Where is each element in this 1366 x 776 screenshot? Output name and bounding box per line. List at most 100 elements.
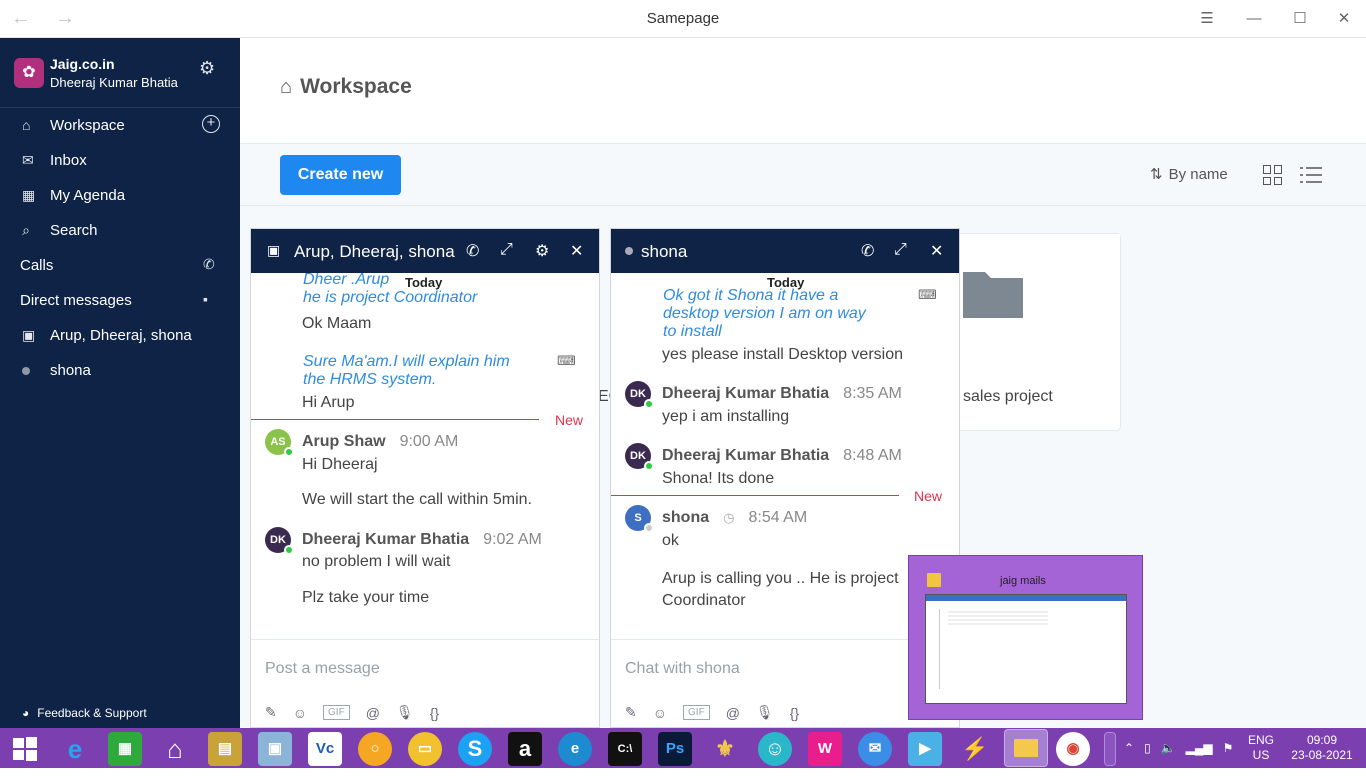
sidebar-item-label: Arup, Dheeraj, shona: [50, 326, 192, 344]
quote-line: desktop version I am on way: [663, 305, 866, 322]
circle-app-icon[interactable]: ○: [358, 732, 392, 766]
store-icon[interactable]: ▦: [108, 732, 142, 766]
back-arrow-icon[interactable]: ←: [8, 6, 34, 32]
emoji-icon[interactable]: ☺: [293, 705, 307, 721]
list-view-icon[interactable]: [1300, 166, 1322, 184]
calls-label: Calls: [20, 256, 54, 274]
clock-icon: ◷: [723, 510, 735, 525]
photoshop-icon[interactable]: Ps: [658, 732, 692, 766]
sidebar-item-label: Inbox: [50, 151, 87, 169]
author-name: Arup Shaw: [302, 433, 386, 450]
add-workspace-icon[interactable]: +: [202, 115, 220, 133]
close-window-icon[interactable]: ✕: [1331, 6, 1357, 32]
notes-app-icon[interactable]: ▤: [208, 732, 242, 766]
gear-icon[interactable]: ⚙: [199, 58, 215, 79]
quill-app-icon[interactable]: ⚜: [708, 732, 742, 766]
phone-icon[interactable]: ✆: [861, 241, 874, 261]
skype-icon[interactable]: S: [458, 732, 492, 766]
command-prompt-icon[interactable]: C:\: [608, 732, 642, 766]
network-icon[interactable]: ▂▄▆: [1186, 741, 1213, 755]
sidebar-item-dm-group[interactable]: ▣ Arup, Dheeraj, shona: [0, 318, 240, 352]
gif-button[interactable]: GIF: [323, 705, 350, 720]
language-code: ENG: [1248, 733, 1275, 747]
quote-line: to install: [663, 323, 722, 340]
vc-app-icon[interactable]: Vc: [308, 732, 342, 766]
code-block-icon[interactable]: {}: [430, 705, 439, 721]
gear-icon[interactable]: ⚙: [535, 241, 549, 261]
avatar-initials: AS: [270, 436, 286, 448]
attach-icon[interactable]: ✎: [265, 704, 277, 721]
volume-icon[interactable]: 🔈: [1161, 741, 1176, 755]
chat-messages: Today Ok got it Shona it have a desktop …: [611, 273, 959, 639]
chrome-icon[interactable]: ◉: [1056, 732, 1090, 766]
control-panel-icon[interactable]: ▣: [258, 732, 292, 766]
create-new-button[interactable]: Create new: [280, 155, 401, 195]
sidebar-section-calls[interactable]: Calls ✆: [0, 248, 240, 282]
sidebar-item-agenda[interactable]: ▦ My Agenda: [0, 178, 240, 212]
code-block-icon[interactable]: {}: [790, 705, 799, 721]
new-message-icon[interactable]: ▪: [203, 291, 208, 307]
expand-icon[interactable]: ⤢: [894, 241, 907, 259]
message-time: 8:54 AM: [748, 509, 808, 526]
window-preview[interactable]: [925, 594, 1127, 704]
grid-view-icon[interactable]: [1263, 165, 1283, 185]
accessibility-icon[interactable]: ☺: [758, 732, 792, 766]
microphone-icon[interactable]: 🎙: [396, 704, 414, 721]
microphone-icon[interactable]: 🎙: [756, 704, 774, 721]
message-input[interactable]: Chat with shona: [625, 660, 740, 678]
samepage-taskbar-icon[interactable]: [1104, 732, 1116, 766]
phone-icon[interactable]: ✆: [466, 241, 479, 261]
mention-icon[interactable]: @: [366, 705, 380, 721]
message-input[interactable]: Post a message: [265, 660, 380, 678]
emoji-icon[interactable]: ☺: [653, 705, 667, 721]
files-app-icon[interactable]: ▭: [408, 732, 442, 766]
maximize-icon[interactable]: ☐: [1287, 6, 1313, 32]
w-app-icon[interactable]: W: [808, 732, 842, 766]
sidebar-item-search[interactable]: ⌕ Search: [0, 213, 240, 247]
clock-time: 09:09: [1306, 733, 1338, 747]
add-call-icon[interactable]: ✆: [203, 256, 215, 273]
taskbar-thumbnail-popup[interactable]: jaig mails: [908, 555, 1143, 720]
flash-app-icon[interactable]: ⚡: [958, 732, 992, 766]
compose-area[interactable]: Chat with shona ✎ ☺ GIF @ 🎙 {}: [611, 639, 959, 729]
sidebar-item-inbox[interactable]: ✉ Inbox: [0, 143, 240, 177]
presence-dot-icon: [0, 362, 30, 378]
home-app-icon[interactable]: ⌂: [158, 732, 192, 766]
org-switcher[interactable]: ✿ Jaig.co.in Dheeraj Kumar Bhatia: [14, 56, 178, 90]
reply-icon[interactable]: ⌨: [557, 353, 576, 369]
reply-icon[interactable]: ⌨: [918, 287, 937, 303]
sidebar-section-dm[interactable]: Direct messages ▪: [0, 283, 240, 317]
feedback-link[interactable]: ◕ Feedback & Support: [22, 706, 147, 720]
edge-icon[interactable]: e: [558, 732, 592, 766]
close-icon[interactable]: ✕: [930, 241, 943, 261]
org-logo-icon: ✿: [14, 58, 44, 88]
chat-messages: Dheer .Arup he is project Coordinator To…: [251, 273, 599, 639]
close-icon[interactable]: ✕: [570, 241, 583, 261]
minimize-icon[interactable]: —: [1241, 6, 1267, 32]
amazon-icon[interactable]: a: [508, 732, 542, 766]
clock[interactable]: 09:09 23-08-2021: [1287, 728, 1357, 768]
sidebar-item-workspace[interactable]: ⌂ Workspace +: [0, 108, 240, 142]
sort-button[interactable]: ⇅ By name: [1150, 165, 1228, 184]
sidebar-item-dm-shona[interactable]: shona: [0, 353, 240, 387]
message-line: Coordinator: [662, 592, 746, 609]
internet-explorer-icon[interactable]: e: [58, 732, 92, 766]
gif-button[interactable]: GIF: [683, 705, 710, 720]
attach-icon[interactable]: ✎: [625, 704, 637, 721]
expand-icon[interactable]: ⤢: [500, 241, 513, 259]
language-indicator[interactable]: ENG US: [1248, 728, 1274, 768]
forward-arrow-icon[interactable]: →: [52, 6, 78, 32]
thunderbird-icon[interactable]: ✉: [858, 732, 892, 766]
windows-start-icon[interactable]: [8, 732, 42, 766]
chevron-up-icon[interactable]: ⌃: [1124, 741, 1134, 755]
avatar-initials: DK: [630, 388, 646, 400]
devices-icon[interactable]: ▯: [1144, 741, 1151, 755]
meeting-app-icon[interactable]: ▶: [908, 732, 942, 766]
file-explorer-icon[interactable]: [1004, 729, 1048, 767]
compose-toolbar: ✎ ☺ GIF @ 🎙 {}: [625, 704, 799, 721]
mention-icon[interactable]: @: [726, 705, 740, 721]
hamburger-menu-icon[interactable]: ☰: [1194, 6, 1220, 32]
home-icon: ⌂: [22, 117, 31, 133]
compose-area[interactable]: Post a message ✎ ☺ GIF @ 🎙 {}: [251, 639, 599, 729]
flag-icon[interactable]: ⚑: [1223, 741, 1234, 755]
